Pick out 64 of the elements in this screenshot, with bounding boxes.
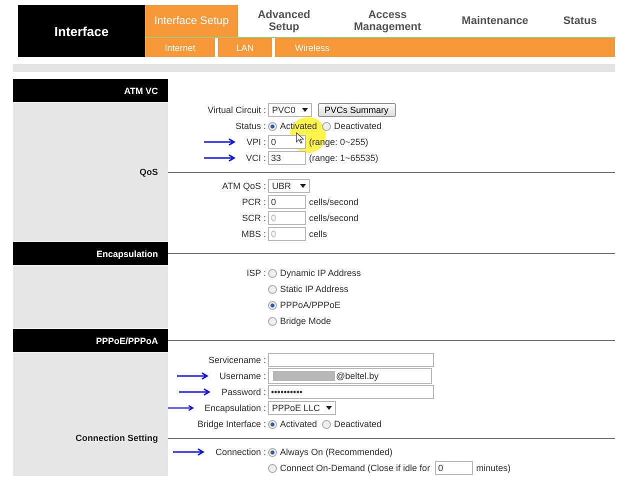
field-label: Encapsulation : [204,403,266,413]
input-field[interactable]: 0 [268,195,306,209]
input-field[interactable]: 33 [268,151,306,165]
radio-button[interactable] [268,420,277,428]
radio-button[interactable] [268,268,277,278]
input-field[interactable]: •••••••••• [268,385,434,399]
radio-label: Deactivated [334,121,382,131]
field-label: MBS : [241,229,266,239]
nav-tab[interactable]: Status [545,5,615,37]
cursor-icon [296,132,304,144]
hint-text: minutes) [476,463,511,473]
radio-button[interactable] [268,448,277,456]
field-label: Bridge Interface : [197,419,266,429]
radio-label: Always On (Recommended) [280,447,393,457]
radio-button[interactable] [268,464,277,472]
dropdown[interactable]: UBR [268,179,310,193]
radio-label: Dynamic IP Address [280,268,361,278]
radio-label: Static IP Address [280,284,348,294]
section-header: ATM VC [13,79,168,102]
radio-button[interactable] [268,284,277,294]
field-label: Password : [221,387,266,397]
caret-icon [300,184,306,188]
input-field[interactable]: 0 [435,461,474,475]
radio-button[interactable] [322,122,332,130]
section-label: Connection Setting [74,432,159,444]
field-label: PCR : [242,197,266,207]
radio-button[interactable] [322,420,332,428]
hint-text: cells [309,229,328,239]
hint-text: (range: 1~65535) [309,153,378,163]
field-label: Username : [219,371,266,381]
radio-label: Deactivated [334,419,382,429]
dropdown[interactable]: PVC0 [268,103,312,117]
hint-text: cells/second [309,197,359,207]
field-label: SCR : [242,213,266,223]
radio-button[interactable] [268,316,277,326]
section-label: QoS [138,166,159,178]
radio-button[interactable] [268,122,277,130]
section-header: PPPoE/PPPoA [13,329,168,352]
field-label: Status : [235,121,266,131]
field-label: Connection : [215,447,266,457]
nav-tab[interactable]: Access Management [330,5,445,37]
nav-tab[interactable]: Maintenance [445,5,545,37]
radio-label: Connect On-Demand (Close if idle for [280,463,430,473]
input-field[interactable] [268,353,434,367]
radio-label: PPPoA/PPPoE [280,300,341,310]
nav-tab[interactable]: Advanced Setup [238,5,330,37]
field-label: ISP : [246,268,266,278]
radio-label: Activated [280,419,318,429]
field-label: Servicename : [208,355,266,365]
field-label: VCI : [246,153,266,163]
input-field[interactable]: @beltel.by [268,368,432,384]
field-label: VPI : [246,137,266,147]
caret-icon [302,108,308,112]
radio-button[interactable] [268,300,277,310]
input-field[interactable]: 0 [268,135,306,149]
hint-text: cells/second [309,213,359,223]
field-label: Virtual Circuit : [208,105,266,115]
summary-button[interactable]: PVCs Summary [318,103,396,117]
brand-title: Interface [18,5,145,57]
caret-icon [326,406,332,410]
section-header: Encapsulation [13,242,168,265]
radio-label: Bridge Mode [280,316,332,326]
field-label: ATM QoS : [222,181,266,191]
dropdown[interactable]: PPPoE LLC [268,401,336,415]
